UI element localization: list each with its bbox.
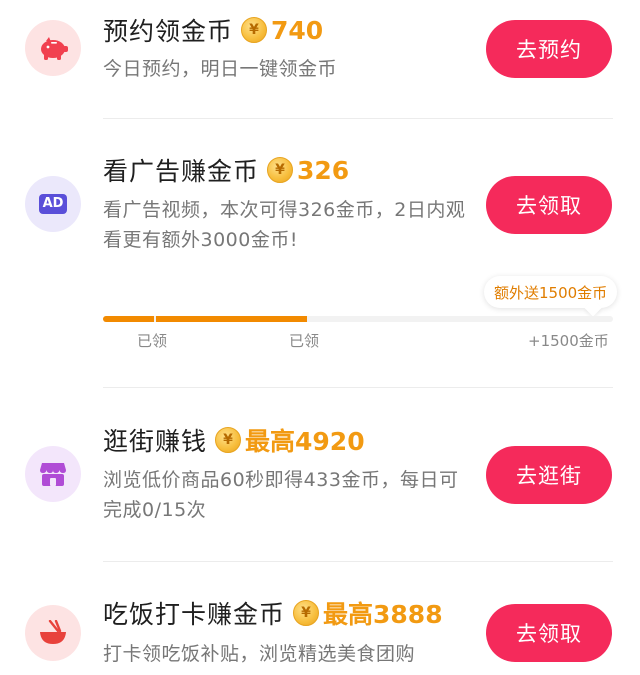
task-title-row: 逛街赚钱 ¥ 最高4920 [103,422,365,458]
task-description: 浏览低价商品60秒即得433金币，每日可完成0/15次 [103,469,459,521]
divider [103,561,613,562]
task-reward: 326 [297,155,350,185]
ad-icon: AD [25,176,81,232]
divider [103,118,613,119]
progress-fill-segment [156,316,307,322]
reserve-button[interactable]: 去预约 [486,20,612,78]
task-title-row: 看广告赚金币 ¥ 326 [103,152,349,188]
claim-ad-reward-button[interactable]: 去领取 [486,176,612,234]
task-title: 吃饭打卡赚金币 [103,600,286,629]
piggy-bank-icon [25,20,81,76]
task-title: 看广告赚金币 [103,157,260,186]
task-description: 今日预约，明日一键领金币 [103,58,338,80]
task-description: 看广告视频，本次可得326金币，2日内观看更有额外3000金币! [103,199,466,251]
task-reward: 740 [271,15,324,45]
progress-fill-segment [103,316,154,322]
ad-icon-label: AD [38,194,68,214]
bonus-tooltip: 额外送1500金币 [484,276,618,308]
progress-step-label: 已领 [289,332,320,350]
coin-icon: ¥ [215,427,242,453]
progress-step-label: 已领 [137,332,168,350]
coin-icon: ¥ [241,17,268,43]
divider [103,387,613,388]
progress-track [103,316,613,322]
coin-icon: ¥ [267,157,294,183]
task-title-row: 预约领金币 ¥ 740 [103,12,323,48]
task-reward: 最高4920 [245,427,365,456]
coin-icon: ¥ [293,600,320,626]
progress-step-label: +1500金币 [528,332,609,350]
food-bowl-icon [25,605,81,661]
task-title-row: 吃饭打卡赚金币 ¥ 最高3888 [103,595,443,631]
task-title: 预约领金币 [103,17,234,46]
task-list: 预约领金币 ¥ 740 今日预约，明日一键领金币 去预约 AD 看广告赚金币 ¥… [0,0,640,675]
task-title: 逛街赚钱 [103,427,208,456]
claim-meal-reward-button[interactable]: 去领取 [486,604,612,662]
ad-reward-progress: 额外送1500金币 已领 已领 +1500金币 [0,270,640,360]
task-description: 打卡领吃饭补贴，浏览精选美食团购 [103,643,416,665]
shop-icon [25,446,81,502]
task-reward: 最高3888 [323,600,443,629]
go-shopping-button[interactable]: 去逛街 [486,446,612,504]
